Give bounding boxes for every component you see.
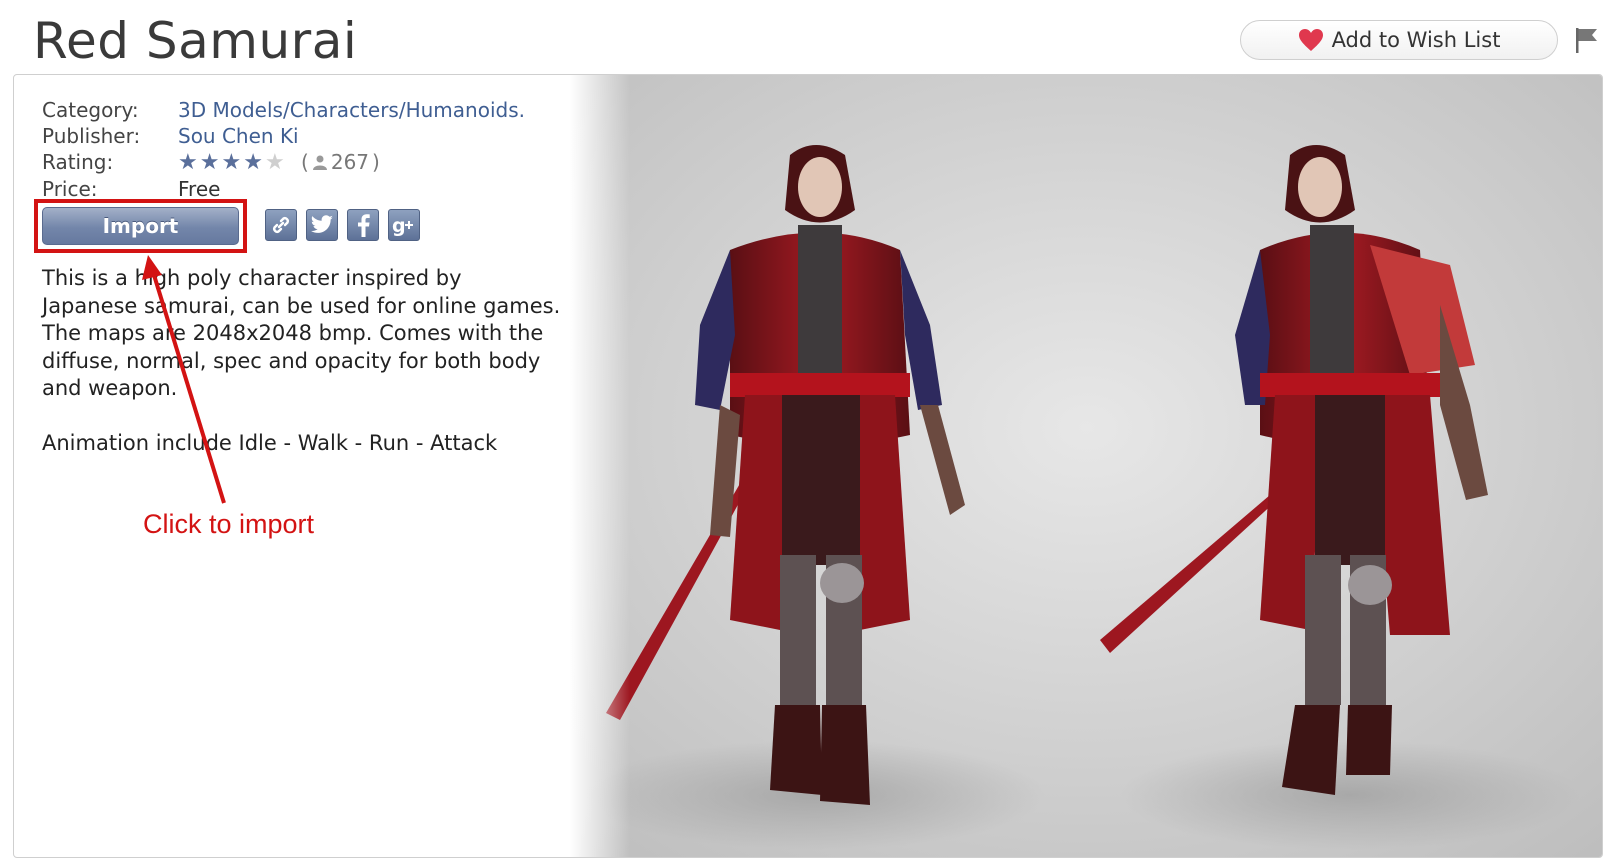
product-preview-image[interactable] <box>570 75 1603 858</box>
rating-count: ( 267 ) <box>301 149 380 175</box>
link-icon[interactable] <box>265 209 297 241</box>
star-empty-icon: ★ <box>264 150 285 175</box>
description-paragraph: This is a high poly character inspired b… <box>42 266 561 400</box>
product-details: Category: 3D Models/Characters/Humanoids… <box>42 97 525 202</box>
rating-value: ★ ★ ★ ★ ★ ( 267 ) <box>178 149 380 176</box>
star-filled-icon: ★ <box>199 150 220 175</box>
rating-close-paren: ) <box>372 150 380 174</box>
google-plus-icon[interactable]: g <box>388 209 420 241</box>
category-row: Category: 3D Models/Characters/Humanoids… <box>42 97 525 123</box>
category-label: Category: <box>42 98 139 122</box>
description-animation: Animation include Idle - Walk - Run - At… <box>42 430 498 455</box>
star-filled-icon: ★ <box>178 150 198 175</box>
star-filled-icon: ★ <box>243 150 263 175</box>
publisher-link[interactable]: Sou Chen Ki <box>178 123 299 149</box>
rating-row: Rating: ★ ★ ★ ★ ★ ( 267 ) <box>42 149 525 176</box>
rating-stars: ★ ★ ★ ★ ★ <box>178 150 285 176</box>
star-filled-icon: ★ <box>221 150 242 175</box>
publisher-label: Publisher: <box>42 124 141 148</box>
import-button[interactable]: Import <box>42 207 239 245</box>
flag-icon[interactable] <box>1574 26 1600 54</box>
wishlist-label: Add to Wish List <box>1331 28 1501 52</box>
rating-label: Rating: <box>42 150 114 174</box>
product-description: This is a high poly character inspired b… <box>42 265 562 457</box>
user-icon <box>312 155 327 170</box>
page-title: Red Samurai <box>33 12 358 70</box>
product-panel: Category: 3D Models/Characters/Humanoids… <box>13 74 1603 858</box>
heart-icon <box>1298 28 1324 52</box>
twitter-icon[interactable] <box>306 209 338 241</box>
facebook-icon[interactable] <box>347 209 379 241</box>
category-link[interactable]: 3D Models/Characters/Humanoids. <box>178 97 525 123</box>
rating-count-value: 267 <box>330 150 370 174</box>
svg-text:g: g <box>392 215 406 237</box>
callout-label: Click to import <box>143 509 315 539</box>
add-to-wishlist-button[interactable]: Add to Wish List <box>1240 20 1558 60</box>
import-highlight-box: Import <box>34 199 247 253</box>
rating-open-paren: ( <box>301 150 309 174</box>
publisher-row: Publisher: Sou Chen Ki <box>42 123 525 149</box>
